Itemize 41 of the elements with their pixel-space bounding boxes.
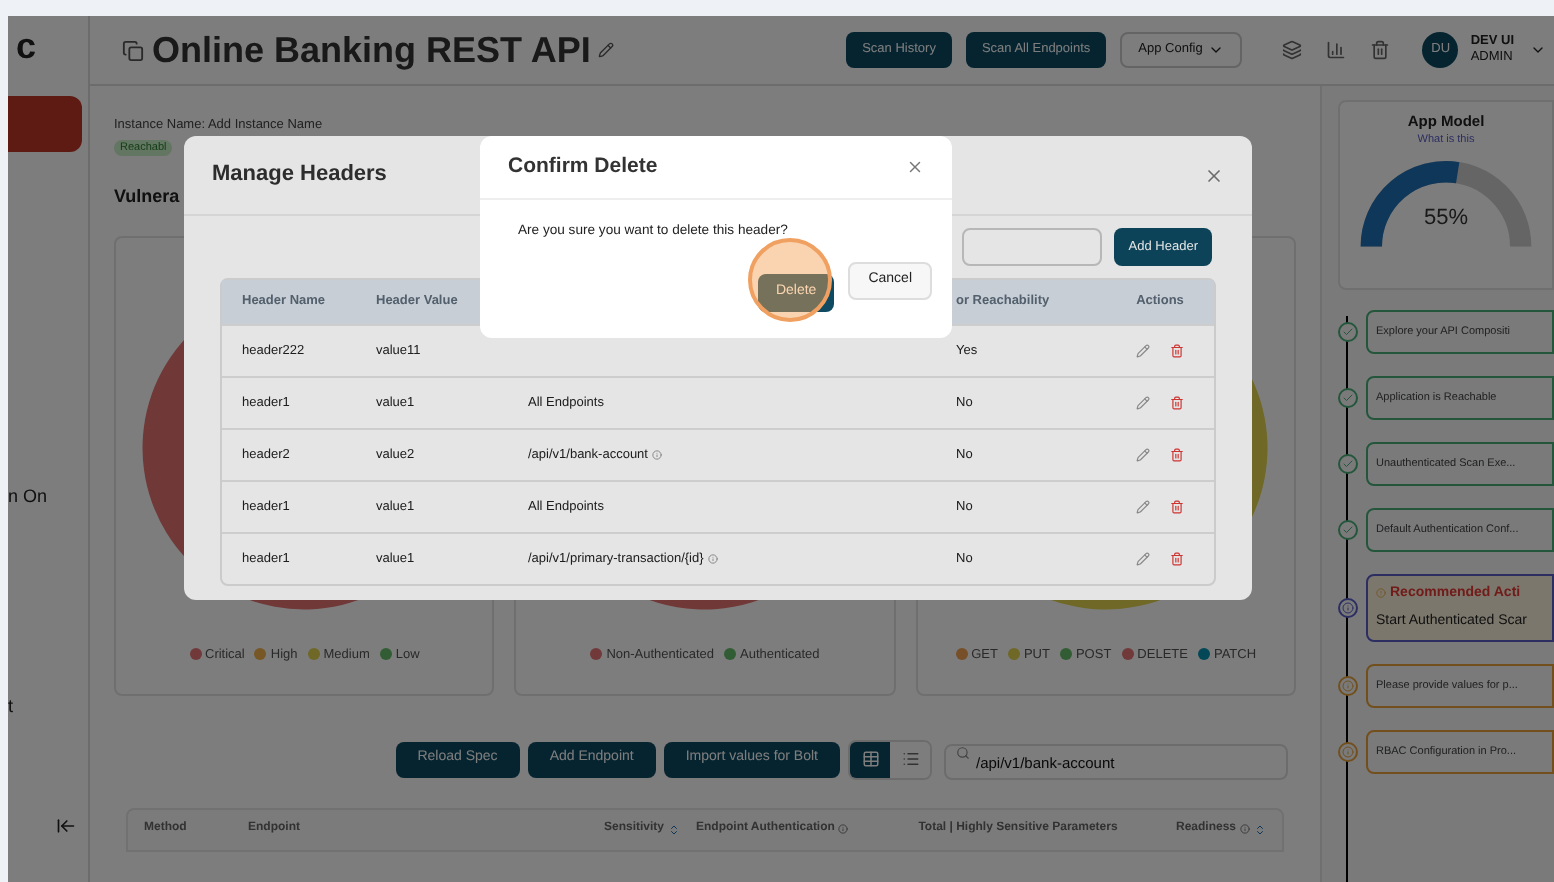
logo-text: c <box>16 28 39 64</box>
edit-icon[interactable] <box>1136 396 1150 410</box>
dialog-title: Manage Headers <box>212 160 387 191</box>
table-icon <box>861 750 879 768</box>
check-icon <box>1338 322 1358 342</box>
sidebar-item[interactable]: n On <box>8 488 88 506</box>
chart-icon[interactable] <box>1326 40 1347 60</box>
sidebar-item[interactable]: t <box>8 698 88 716</box>
edit-icon[interactable] <box>1136 448 1150 462</box>
delete-icon[interactable] <box>1170 448 1184 462</box>
edit-icon[interactable] <box>1136 552 1150 566</box>
delete-icon[interactable] <box>1170 500 1184 514</box>
delete-icon[interactable] <box>1170 552 1184 566</box>
info-icon <box>1338 598 1358 618</box>
section-title: Vulnera <box>114 184 182 210</box>
close-icon[interactable] <box>1204 165 1224 185</box>
chevron-icon[interactable] <box>1530 42 1546 58</box>
collapse-icon[interactable] <box>56 816 76 836</box>
list-icon <box>901 750 919 768</box>
close-icon[interactable] <box>906 158 924 176</box>
edit-icon[interactable] <box>1136 500 1150 514</box>
delete-icon[interactable] <box>1170 344 1184 358</box>
check-icon <box>1338 454 1358 474</box>
info-icon <box>1338 742 1358 762</box>
search-icon <box>956 746 970 760</box>
dialog-title: Confirm Delete <box>508 151 658 182</box>
delete-icon[interactable] <box>1170 396 1184 410</box>
alert-icon <box>1376 588 1386 599</box>
input-field[interactable] <box>962 228 1103 266</box>
delete-icon[interactable] <box>1370 40 1391 60</box>
edit-icon[interactable] <box>1136 344 1150 358</box>
edit-icon[interactable] <box>598 42 615 58</box>
check-icon <box>1338 520 1358 540</box>
copy-icon[interactable] <box>122 39 144 61</box>
page-title: Online Banking REST API <box>152 27 591 74</box>
check-icon <box>1338 388 1358 408</box>
gauge-percent: 55% <box>1423 203 1469 233</box>
layers-icon[interactable] <box>1282 40 1303 60</box>
chevron-icon <box>1208 42 1225 58</box>
table-view-toggle[interactable] <box>850 741 890 777</box>
info-icon <box>1338 676 1358 696</box>
